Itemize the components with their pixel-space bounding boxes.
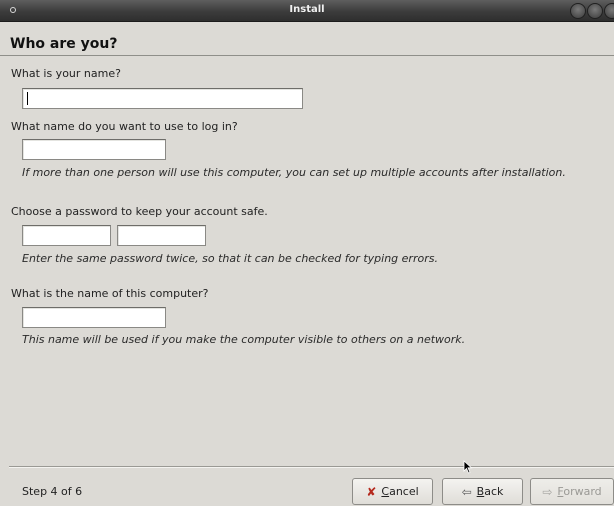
forward-label: Forward (557, 485, 602, 498)
forward-arrow-icon: ⇨ (542, 484, 553, 499)
cancel-icon: ✘ (366, 484, 377, 499)
back-arrow-icon: ⇦ (461, 484, 472, 499)
page-title: Who are you? (10, 36, 118, 52)
maximize-button[interactable] (587, 3, 603, 19)
window-titlebar[interactable]: Install (0, 0, 614, 22)
minimize-button[interactable] (570, 3, 586, 19)
full-name-label: What is your name? (11, 67, 121, 80)
forward-button[interactable]: ⇨ Forward (530, 478, 614, 505)
cancel-button[interactable]: ✘ Cancel (352, 478, 433, 505)
login-name-hint: If more than one person will use this co… (22, 166, 566, 179)
cancel-label: Cancel (381, 485, 419, 498)
login-name-input[interactable] (22, 139, 166, 160)
password-hint: Enter the same password twice, so that i… (22, 252, 438, 265)
computer-name-hint: This name will be used if you make the c… (22, 333, 466, 346)
password-input[interactable] (22, 225, 111, 246)
close-button[interactable] (604, 3, 614, 19)
step-indicator: Step 4 of 6 (22, 485, 83, 498)
password-label: Choose a password to keep your account s… (11, 205, 268, 218)
back-label: Back (476, 485, 504, 498)
login-name-label: What name do you want to use to log in? (11, 120, 238, 133)
back-button[interactable]: ⇦ Back (442, 478, 523, 505)
computer-name-input[interactable] (22, 307, 166, 328)
computer-name-label: What is the name of this computer? (11, 287, 209, 300)
password-confirm-input[interactable] (117, 225, 206, 246)
title-divider (0, 55, 614, 56)
text-caret (27, 92, 28, 105)
window-controls (569, 3, 614, 19)
footer-divider-highlight (9, 467, 614, 468)
window-title: Install (289, 4, 325, 15)
mouse-pointer-icon (463, 460, 473, 474)
full-name-input[interactable] (22, 88, 303, 109)
